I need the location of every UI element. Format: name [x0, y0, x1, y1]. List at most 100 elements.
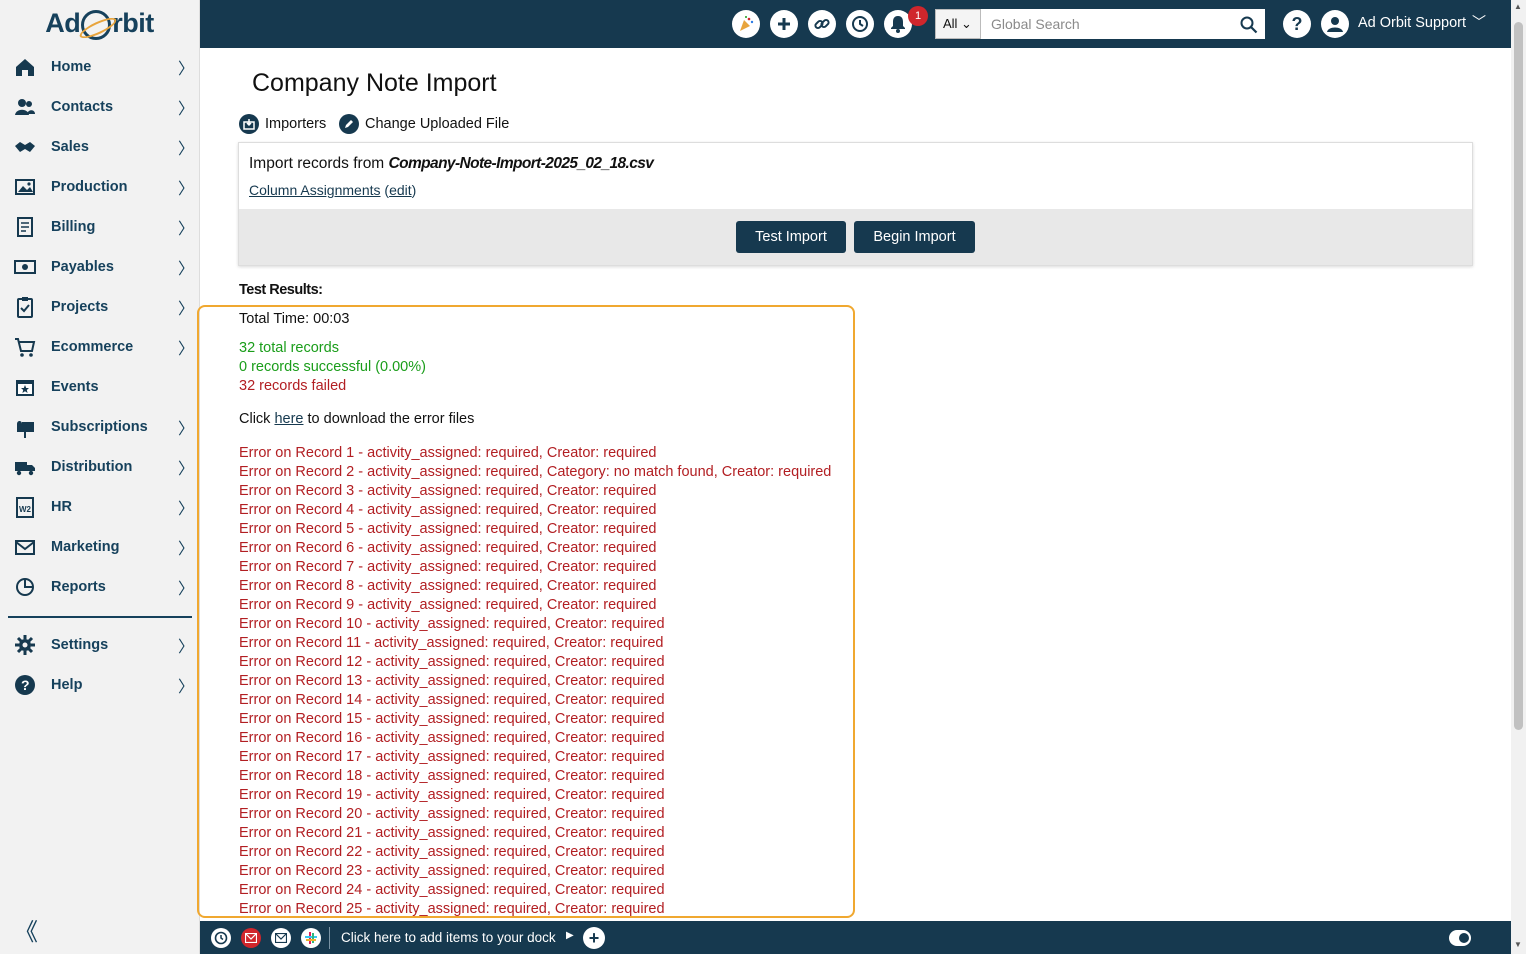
chevron-right-icon[interactable]: 〉	[178, 633, 194, 657]
importers-link[interactable]: Importers	[239, 114, 326, 134]
chevron-right-icon[interactable]: 〉	[178, 335, 194, 359]
scroll-up-arrow-icon[interactable]: ▲	[1514, 2, 1522, 11]
error-list-item: Error on Record 6 - activity_assigned: r…	[239, 540, 657, 556]
search-scope-select[interactable]: All ⌄	[935, 9, 981, 39]
collapse-sidebar-icon[interactable]: 《	[14, 912, 38, 947]
dock-arrow-icon: ▶	[566, 930, 574, 941]
sidebar-item-label: Projects	[51, 299, 109, 315]
total-records-stat: 32 total records	[239, 340, 339, 356]
error-list: Error on Record 1 - activity_assigned: r…	[239, 444, 859, 918]
truck-icon	[14, 456, 36, 478]
search-icon[interactable]	[1240, 16, 1258, 39]
history-clock-icon[interactable]	[846, 10, 874, 38]
import-card-footer: Test Import Begin Import	[239, 209, 1472, 265]
chevron-right-icon[interactable]: 〉	[178, 295, 194, 319]
chevron-right-icon[interactable]: 〉	[178, 175, 194, 199]
chevron-right-icon[interactable]: 〉	[178, 95, 194, 119]
page-scrollbar[interactable]: ▲ ▼	[1511, 0, 1526, 954]
chevron-right-icon[interactable]: 〉	[178, 575, 194, 599]
error-list-item: Error on Record 14 - activity_assigned: …	[239, 692, 665, 708]
begin-import-button[interactable]: Begin Import	[854, 221, 975, 253]
sidebar-item-events[interactable]: Events	[0, 367, 200, 407]
dock-clock-icon[interactable]	[211, 928, 231, 948]
import-heading: Import records from Company-Note-Import-…	[249, 155, 654, 173]
page-title: Company Note Import	[252, 69, 497, 97]
dock-mail-icon[interactable]	[271, 928, 291, 948]
error-list-item: Error on Record 11 - activity_assigned: …	[239, 635, 664, 651]
test-import-button[interactable]: Test Import	[736, 221, 846, 253]
sidebar-item-hr[interactable]: W2 HR 〉	[0, 487, 200, 527]
link-icon[interactable]	[808, 10, 836, 38]
edit-column-assignments-link[interactable]: edit	[389, 182, 412, 198]
sidebar-item-label: Subscriptions	[51, 419, 148, 435]
edit-paren-close: )	[411, 182, 417, 198]
sidebar-item-label: Settings	[51, 637, 109, 653]
user-avatar-icon[interactable]	[1321, 10, 1349, 38]
import-card: Import records from Company-Note-Import-…	[238, 142, 1473, 266]
chevron-right-icon[interactable]: 〉	[178, 215, 194, 239]
add-icon[interactable]	[770, 10, 798, 38]
error-list-item: Error on Record 1 - activity_assigned: r…	[239, 445, 657, 461]
sidebar-item-settings[interactable]: Settings 〉	[0, 625, 200, 665]
chevron-right-icon[interactable]: 〉	[178, 415, 194, 439]
scroll-down-arrow-icon[interactable]: ▼	[1514, 940, 1522, 949]
chevron-right-icon[interactable]: 〉	[178, 255, 194, 279]
sidebar-item-label: Ecommerce	[51, 339, 134, 355]
global-search-input[interactable]	[981, 9, 1265, 39]
dock-slack-icon[interactable]	[301, 928, 321, 948]
error-list-item: Error on Record 25 - activity_assigned: …	[239, 901, 665, 917]
importers-icon	[239, 114, 259, 134]
orbit-logo-icon	[81, 9, 112, 40]
error-list-item: Error on Record 17 - activity_assigned: …	[239, 749, 665, 765]
dock-add-items-text[interactable]: Click here to add items to your dock	[341, 930, 556, 945]
invoice-icon	[14, 216, 36, 238]
sidebar-item-payables[interactable]: Payables 〉	[0, 247, 200, 287]
user-name[interactable]: Ad Orbit Support	[1358, 15, 1466, 31]
error-list-item: Error on Record 24 - activity_assigned: …	[239, 882, 665, 898]
chevron-right-icon[interactable]: 〉	[178, 673, 194, 697]
svg-text:?: ?	[21, 677, 30, 693]
sidebar-item-contacts[interactable]: Contacts 〉	[0, 87, 200, 127]
scroll-thumb[interactable]	[1514, 22, 1523, 730]
dock-add-icon[interactable]: +	[583, 927, 605, 949]
change-uploaded-file-link[interactable]: Change Uploaded File	[339, 114, 509, 134]
sidebar-item-ecommerce[interactable]: Ecommerce 〉	[0, 327, 200, 367]
sidebar-item-reports[interactable]: Reports 〉	[0, 567, 200, 607]
chevron-right-icon[interactable]: 〉	[178, 495, 194, 519]
gear-icon	[14, 634, 36, 656]
chart-icon	[14, 576, 36, 598]
column-assignments-link[interactable]: Column Assignments	[249, 182, 381, 198]
sidebar-item-subscriptions[interactable]: Subscriptions 〉	[0, 407, 200, 447]
envelope-icon	[14, 536, 36, 558]
sidebar-item-sales[interactable]: Sales 〉	[0, 127, 200, 167]
ad-orbit-logo[interactable]: Ad rbit	[0, 0, 199, 47]
sidebar-item-label: Payables	[51, 259, 114, 275]
sidebar-item-help[interactable]: ? Help 〉	[0, 665, 200, 705]
sidebar-item-marketing[interactable]: Marketing 〉	[0, 527, 200, 567]
image-icon	[14, 176, 36, 198]
sidebar-item-billing[interactable]: Billing 〉	[0, 207, 200, 247]
party-popper-icon[interactable]	[732, 10, 760, 38]
error-list-item: Error on Record 2 - activity_assigned: r…	[239, 464, 832, 480]
change-uploaded-file-label: Change Uploaded File	[365, 116, 510, 132]
chevron-right-icon[interactable]: 〉	[178, 135, 194, 159]
user-menu-caret-icon[interactable]: ﹀	[1472, 12, 1486, 32]
sidebar-item-production[interactable]: Production 〉	[0, 167, 200, 207]
sidebar-item-projects[interactable]: Projects 〉	[0, 287, 200, 327]
sidebar-item-label: Distribution	[51, 459, 133, 475]
download-errors-link[interactable]: here	[274, 411, 303, 427]
svg-text:W2: W2	[19, 505, 32, 514]
error-list-item: Error on Record 13 - activity_assigned: …	[239, 673, 665, 689]
dock-mail-red-icon[interactable]	[241, 928, 261, 948]
money-icon	[14, 256, 36, 278]
error-list-item: Error on Record 3 - activity_assigned: r…	[239, 483, 657, 499]
dock-toggle-switch[interactable]	[1449, 930, 1471, 946]
chevron-right-icon[interactable]: 〉	[178, 55, 194, 79]
top-bar: 1 All ⌄ ? Ad Orbit Support ﹀	[200, 0, 1511, 48]
sidebar-item-home[interactable]: Home 〉	[0, 47, 200, 87]
chevron-right-icon[interactable]: 〉	[178, 535, 194, 559]
chevron-right-icon[interactable]: 〉	[178, 455, 194, 479]
help-question-icon[interactable]: ?	[1283, 10, 1311, 38]
dock-separator	[329, 927, 330, 949]
sidebar-item-distribution[interactable]: Distribution 〉	[0, 447, 200, 487]
